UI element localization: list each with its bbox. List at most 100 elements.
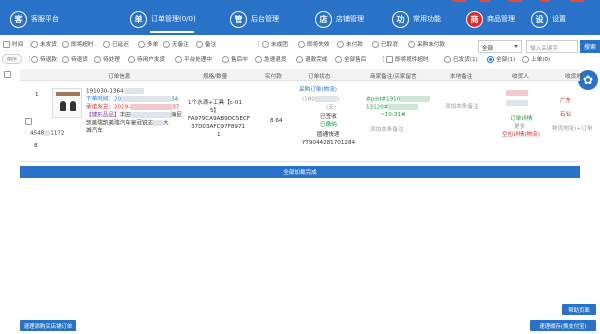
- shop-icon: 店: [315, 10, 332, 28]
- filter-aftersale-in-progress[interactable]: 售后中: [222, 55, 248, 63]
- top-notification-strip: [450, 0, 600, 3]
- radio[interactable]: [487, 55, 494, 63]
- backend-icon: 管: [230, 10, 247, 28]
- radio[interactable]: [31, 40, 38, 48]
- tracking-number[interactable]: YT9044281701284: [302, 140, 355, 148]
- radio[interactable]: [196, 40, 203, 48]
- nav-shop-management[interactable]: 店 店铺管理: [315, 10, 364, 28]
- filter-label: 已取消: [381, 42, 398, 48]
- radio[interactable]: [372, 40, 379, 48]
- filter-label: 即将揽件超时: [395, 57, 429, 63]
- filter-no-remark[interactable]: 无备注: [163, 40, 189, 48]
- help-page-button[interactable]: 帮助页面: [562, 304, 596, 315]
- filter-purchase-unpaid[interactable]: 采购未付款: [408, 40, 445, 48]
- address-line2: 石业: [560, 112, 572, 118]
- keyword-search-input[interactable]: 输入关键字: [526, 40, 578, 53]
- radio[interactable]: [296, 55, 303, 63]
- scope-select[interactable]: 全部: [478, 40, 522, 53]
- filter-shipped[interactable]: 已发货(1): [444, 55, 478, 63]
- product-thumbnail[interactable]: [52, 88, 82, 118]
- col-spec-qty: 规格/数量: [203, 74, 228, 80]
- radio[interactable]: [337, 40, 344, 48]
- purchase-order-link[interactable]: 采购订单(物流): [299, 87, 337, 95]
- radio[interactable]: [262, 40, 269, 48]
- receiver-name: [506, 90, 528, 98]
- filter-multi-order[interactable]: 多单: [138, 40, 158, 48]
- filter-label: 待退款: [40, 57, 57, 63]
- radio[interactable]: [298, 40, 305, 48]
- checkbox[interactable]: [386, 55, 393, 63]
- add-remark-link[interactable]: 添加本条备注: [370, 127, 404, 135]
- filter-label: 多单: [147, 42, 159, 48]
- filter-upper-order[interactable]: 上单(0): [522, 55, 550, 63]
- filter-not-grouped[interactable]: 未成团: [262, 40, 288, 48]
- radio[interactable]: [444, 55, 451, 63]
- filter-label: 时间: [12, 42, 24, 48]
- filter-unpaid[interactable]: 未付款: [337, 40, 363, 48]
- filter-label: 退款完成: [305, 57, 328, 63]
- radio[interactable]: [62, 55, 69, 63]
- filter-time[interactable]: 时间: [3, 40, 23, 48]
- functions-icon: 功: [392, 10, 409, 28]
- radio[interactable]: [222, 55, 229, 63]
- address-line3[interactable]: 物流地址(+订单: [552, 126, 592, 134]
- radio[interactable]: [335, 55, 342, 63]
- add-local-remark-link[interactable]: 添加本条备注: [445, 104, 479, 112]
- order-number[interactable]: 191030-1364: [86, 88, 144, 96]
- refresh-cache-button[interactable]: 速理缓存(换支付宝): [530, 320, 596, 331]
- merchant-remark-2: 13120#: [366, 104, 419, 112]
- nav-backend-management[interactable]: 管 后台管理: [230, 10, 279, 28]
- refresh-shop-orders-button[interactable]: 速理添购买店铺订单: [20, 320, 76, 331]
- nav-settings[interactable]: 设 设置: [531, 10, 566, 28]
- radio[interactable]: [408, 40, 415, 48]
- search-button[interactable]: 搜索: [580, 40, 600, 53]
- filter-platform-processing[interactable]: 平台处理中: [175, 55, 212, 63]
- checkbox[interactable]: [3, 40, 10, 48]
- filter-pending-return[interactable]: 待退货: [62, 55, 88, 63]
- nav-order-management[interactable]: 单 订单管理(0/0): [130, 10, 196, 28]
- filter-all-aftersale[interactable]: 全部售后: [335, 55, 366, 63]
- nav-common-functions[interactable]: 功 常用功能: [392, 10, 441, 28]
- filter-express-return[interactable]: 急速退货: [255, 55, 286, 63]
- col-remarks: 商家备注/买家留言: [370, 74, 417, 80]
- load-all-complete-bar: 全部加载完成: [20, 166, 580, 178]
- empty-package-link[interactable]: 空包详情(物流): [502, 132, 540, 140]
- filter-pending-handle[interactable]: 待处理: [94, 55, 120, 63]
- filter-refund-complete[interactable]: 退款完成: [296, 55, 327, 63]
- merchant-remark: #pdd#1910: [366, 96, 431, 104]
- filter-all[interactable]: 全部(1): [487, 55, 515, 63]
- status-signed: 已签收: [320, 114, 337, 120]
- merchant-remark-date: ~10-31#: [380, 112, 406, 118]
- filter-pending-refund[interactable]: 待退款: [31, 55, 57, 63]
- nav-customer-service[interactable]: 客 客服平台: [10, 10, 59, 28]
- filter-about-to-expire[interactable]: 即将失效: [298, 40, 329, 48]
- radio[interactable]: [103, 40, 110, 48]
- filter-label: 待用户发货: [137, 57, 165, 63]
- filter-delayed[interactable]: 已延迟: [103, 40, 129, 48]
- product-title-line3: 城汽车: [86, 128, 103, 134]
- filter-pending-user-ship[interactable]: 待用户发货: [128, 55, 165, 63]
- filter-unshipped[interactable]: 未发货: [31, 40, 57, 48]
- filter-remark[interactable]: 备注: [196, 40, 216, 48]
- filter-cancelled[interactable]: 已取消: [372, 40, 398, 48]
- radio[interactable]: [94, 55, 101, 63]
- status-paid: 已缴纳: [320, 122, 337, 128]
- radio[interactable]: [138, 40, 145, 48]
- radio[interactable]: [175, 55, 182, 63]
- filter-pickup-timeout[interactable]: 即将揽件超时: [386, 55, 429, 63]
- radio[interactable]: [255, 55, 262, 63]
- radio[interactable]: [522, 55, 529, 63]
- spec-text: 1个水滴+工具【c-01: [188, 100, 243, 106]
- radio[interactable]: [163, 40, 170, 48]
- filter-label: 已延迟: [112, 42, 129, 48]
- select-all-checkbox[interactable]: [4, 71, 13, 78]
- chevron-down-icon: [514, 45, 518, 48]
- filter-about-to-timeout[interactable]: 即将超时: [62, 40, 93, 48]
- radio[interactable]: [31, 55, 38, 63]
- radio[interactable]: [128, 55, 135, 63]
- radio[interactable]: [62, 40, 69, 48]
- more-link[interactable]: 更多: [514, 124, 525, 132]
- order-detail-link[interactable]: 订单详情: [510, 116, 532, 124]
- product-title[interactable]: 【键形品品】丰田 海尼: [86, 112, 182, 120]
- nav-product-management[interactable]: 商 商品管理: [466, 10, 515, 28]
